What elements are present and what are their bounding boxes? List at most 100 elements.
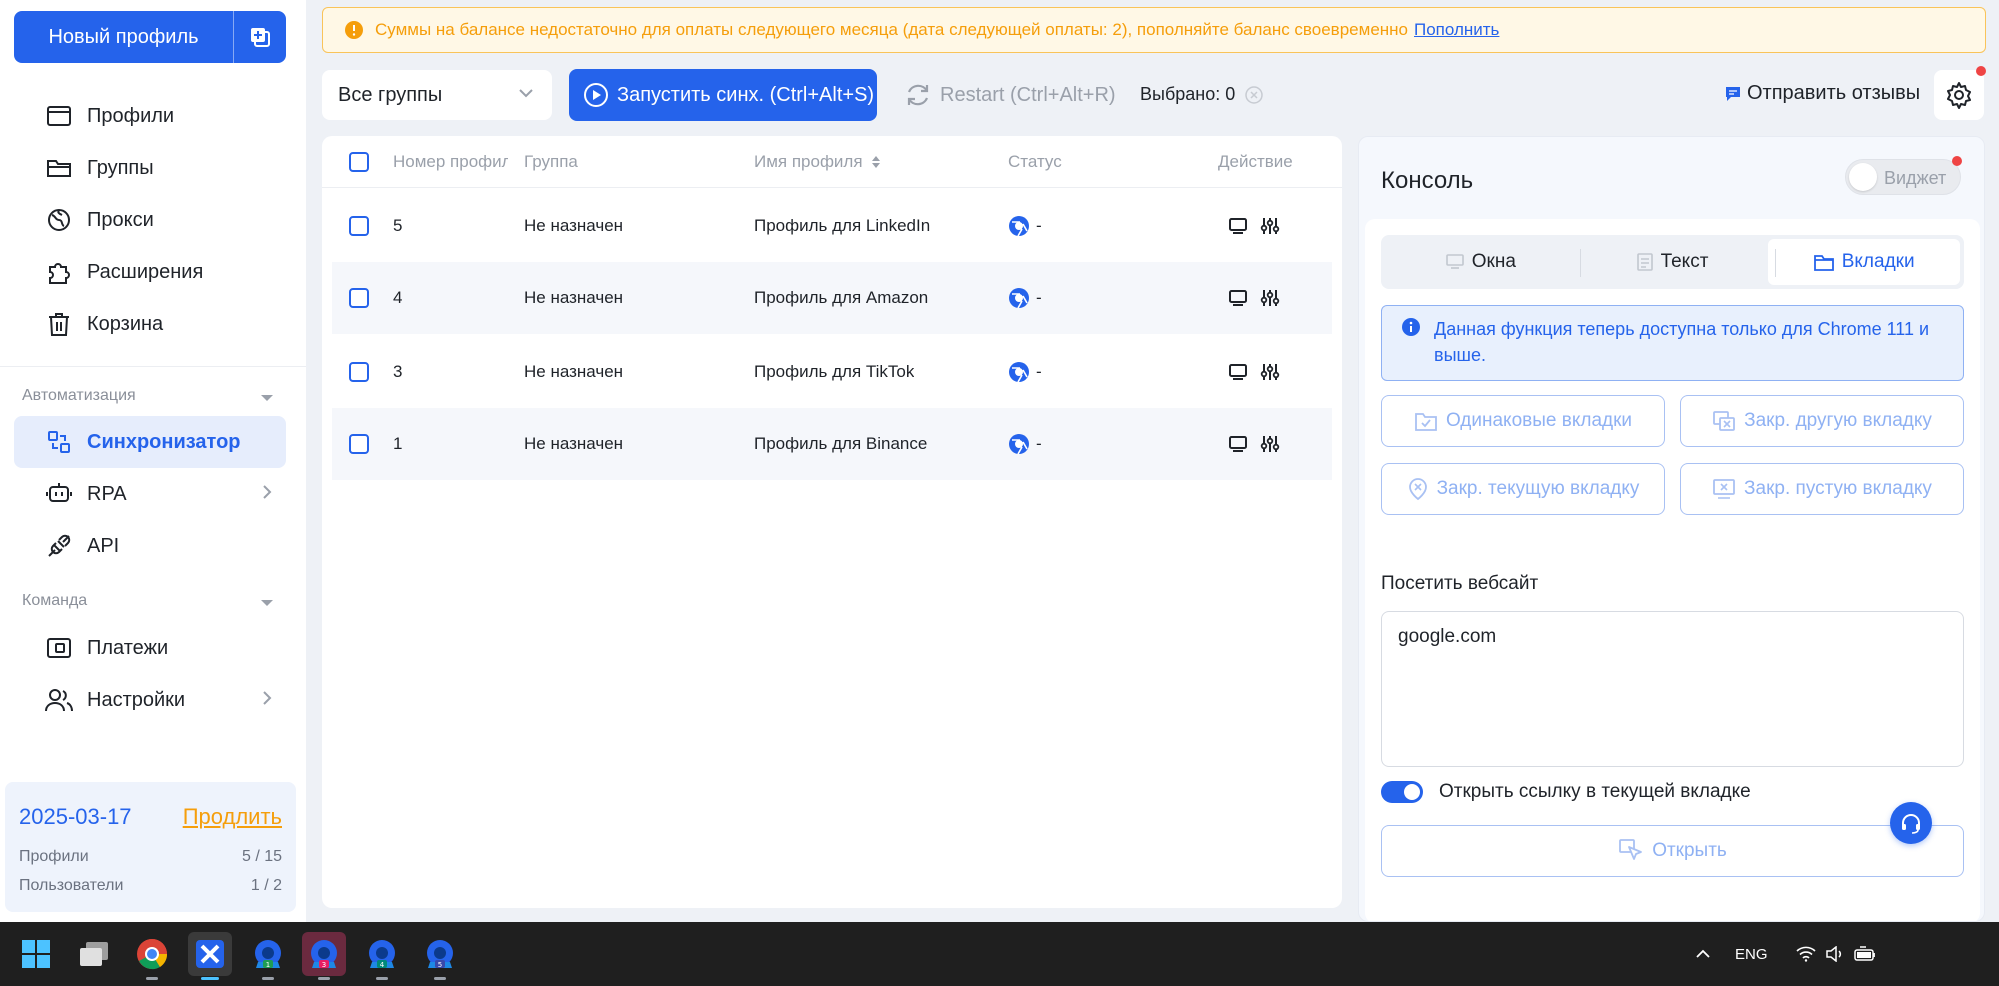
table-row[interactable]: 3 Не назначен Профиль для TikTok - [332, 336, 1332, 408]
sidebar-item-label: Расширения [87, 260, 204, 283]
system-tray: ENG [1695, 922, 1876, 986]
caret-down-icon[interactable] [260, 599, 274, 607]
sliders-icon[interactable] [1260, 434, 1280, 454]
close-current-tab-button[interactable]: Закр. текущую вкладку [1381, 463, 1665, 515]
widget-toggle[interactable]: Виджет [1845, 156, 1962, 195]
notification-dot [1952, 156, 1962, 166]
tab-windows[interactable]: Окна [1385, 239, 1577, 285]
support-chat-button[interactable] [1890, 802, 1932, 844]
sidebar-item-settings[interactable]: Настройки [14, 674, 286, 726]
sidebar-item-label: RPA [87, 482, 127, 505]
start-sync-button[interactable]: Запустить синх. (Ctrl+Alt+S) [569, 69, 877, 121]
row-actions [1228, 336, 1280, 408]
row-checkbox-cell [349, 408, 369, 480]
profiles-usage-value: 5 / 15 [241, 848, 282, 865]
tab-label: Текст [1660, 251, 1709, 272]
profile-browser-icon[interactable]: 4 [360, 932, 404, 980]
profile-badge: 5 [438, 961, 442, 969]
window-icon [45, 102, 73, 130]
profile-browser-icon[interactable]: 1 [246, 932, 290, 980]
row-checkbox[interactable] [349, 288, 369, 308]
message-icon [1725, 86, 1741, 102]
sort-icon[interactable] [871, 155, 881, 169]
windows-start-icon[interactable] [14, 932, 58, 976]
profile-badge: 4 [380, 961, 385, 969]
notification-dot [1976, 66, 1986, 76]
monitor-icon[interactable] [1228, 435, 1248, 453]
sliders-icon[interactable] [1260, 288, 1280, 308]
table-row[interactable]: 5 Не назначен Профиль для LinkedIn - [332, 190, 1332, 262]
close-empty-tab-button[interactable]: Закр. пустую вкладку [1680, 463, 1964, 515]
tab-text[interactable]: Текст [1577, 239, 1769, 285]
close-current-icon [1407, 477, 1429, 501]
widget-toggle-label: Виджет [1884, 168, 1947, 188]
sidebar-item-synchronizer[interactable]: Синхронизатор [14, 416, 286, 468]
chrome-icon[interactable] [130, 932, 174, 980]
table-row[interactable]: 1 Не назначен Профиль для Binance - [332, 408, 1332, 480]
language-indicator[interactable]: ENG [1735, 946, 1768, 963]
sidebar-item-api[interactable]: API [14, 520, 286, 572]
sidebar-item-trash[interactable]: Корзина [14, 298, 286, 350]
open-url-button[interactable]: Открыть [1381, 825, 1964, 877]
close-other-tab-button[interactable]: Закр. другую вкладку [1680, 395, 1964, 447]
sidebar-item-extensions[interactable]: Расширения [14, 246, 286, 298]
monitor-icon[interactable] [1228, 363, 1248, 381]
profile-badge: 3 [322, 961, 326, 969]
wifi-icon[interactable] [1795, 946, 1816, 962]
sidebar-item-label: Профили [87, 104, 175, 127]
select-all-checkbox[interactable] [349, 151, 369, 172]
sidebar-item-payments[interactable]: Платежи [14, 622, 286, 674]
tab-separator [1775, 249, 1776, 277]
column-header-action[interactable]: Действие [1218, 136, 1293, 187]
sliders-icon[interactable] [1260, 362, 1280, 382]
tab-tabs[interactable]: Вкладки [1768, 239, 1961, 285]
battery-icon[interactable] [1853, 946, 1876, 962]
chevron-up-icon[interactable] [1695, 949, 1711, 959]
column-header-group[interactable]: Группа [524, 136, 578, 187]
app-launcher-icon[interactable] [188, 932, 232, 980]
send-feedback-button[interactable]: Отправить отзывы [1725, 82, 1920, 105]
monitor-icon[interactable] [1228, 289, 1248, 307]
clear-selection-icon[interactable] [1245, 85, 1263, 104]
table-row[interactable]: 4 Не назначен Профиль для Amazon - [332, 262, 1332, 334]
url-input[interactable]: google.com [1381, 611, 1964, 767]
batch-create-icon[interactable] [234, 11, 286, 63]
puzzle-icon [45, 258, 73, 286]
chrome-icon [1008, 361, 1030, 383]
chrome-version-info: Данная функция теперь доступна только дл… [1381, 305, 1964, 381]
sidebar-item-rpa[interactable]: RPA [14, 468, 286, 520]
open-in-current-tab-switch[interactable] [1381, 781, 1423, 803]
settings-button[interactable] [1934, 66, 1986, 120]
row-checkbox[interactable] [349, 434, 369, 454]
sidebar-item-groups[interactable]: Группы [14, 142, 286, 194]
top-up-link[interactable]: Пополнить [1414, 20, 1499, 40]
task-view-icon[interactable] [72, 932, 116, 976]
monitor-icon[interactable] [1228, 217, 1248, 235]
profile-browser-icon[interactable]: 5 [418, 932, 462, 980]
selected-count-text: Выбрано: 0 [1140, 84, 1236, 104]
tabs-icon [1813, 253, 1834, 271]
balance-warning-banner: Суммы на балансе недостаточно для оплаты… [322, 7, 1986, 53]
restart-button[interactable]: Restart (Ctrl+Alt+R) [894, 69, 1118, 121]
row-checkbox-cell [349, 262, 369, 334]
console-body: Окна Текст Вкладки Данная функция теперь… [1365, 219, 1980, 921]
chevron-right-icon [262, 690, 272, 706]
volume-icon[interactable] [1825, 946, 1844, 962]
caret-down-icon[interactable] [260, 394, 274, 402]
row-checkbox[interactable] [349, 216, 369, 236]
sidebar-item-proxy[interactable]: Прокси [14, 194, 286, 246]
new-profile-button[interactable]: Новый профиль [14, 26, 233, 49]
column-header-name-cell[interactable]: Имя профиля [754, 136, 881, 187]
row-checkbox[interactable] [349, 362, 369, 382]
sidebar-item-profiles[interactable]: Профили [14, 90, 286, 142]
sliders-icon[interactable] [1260, 216, 1280, 236]
section-divider [0, 366, 306, 367]
same-tabs-button[interactable]: Одинаковые вкладки [1381, 395, 1665, 447]
warning-icon [345, 21, 363, 39]
column-header-number[interactable]: Номер профиля [393, 136, 508, 187]
renew-link[interactable]: Продлить [183, 804, 282, 830]
profile-browser-icon[interactable]: 3 [302, 932, 346, 980]
group-select[interactable]: Все группы [322, 70, 552, 120]
column-header-status[interactable]: Статус [1008, 136, 1062, 187]
folder-check-icon [1414, 410, 1438, 432]
